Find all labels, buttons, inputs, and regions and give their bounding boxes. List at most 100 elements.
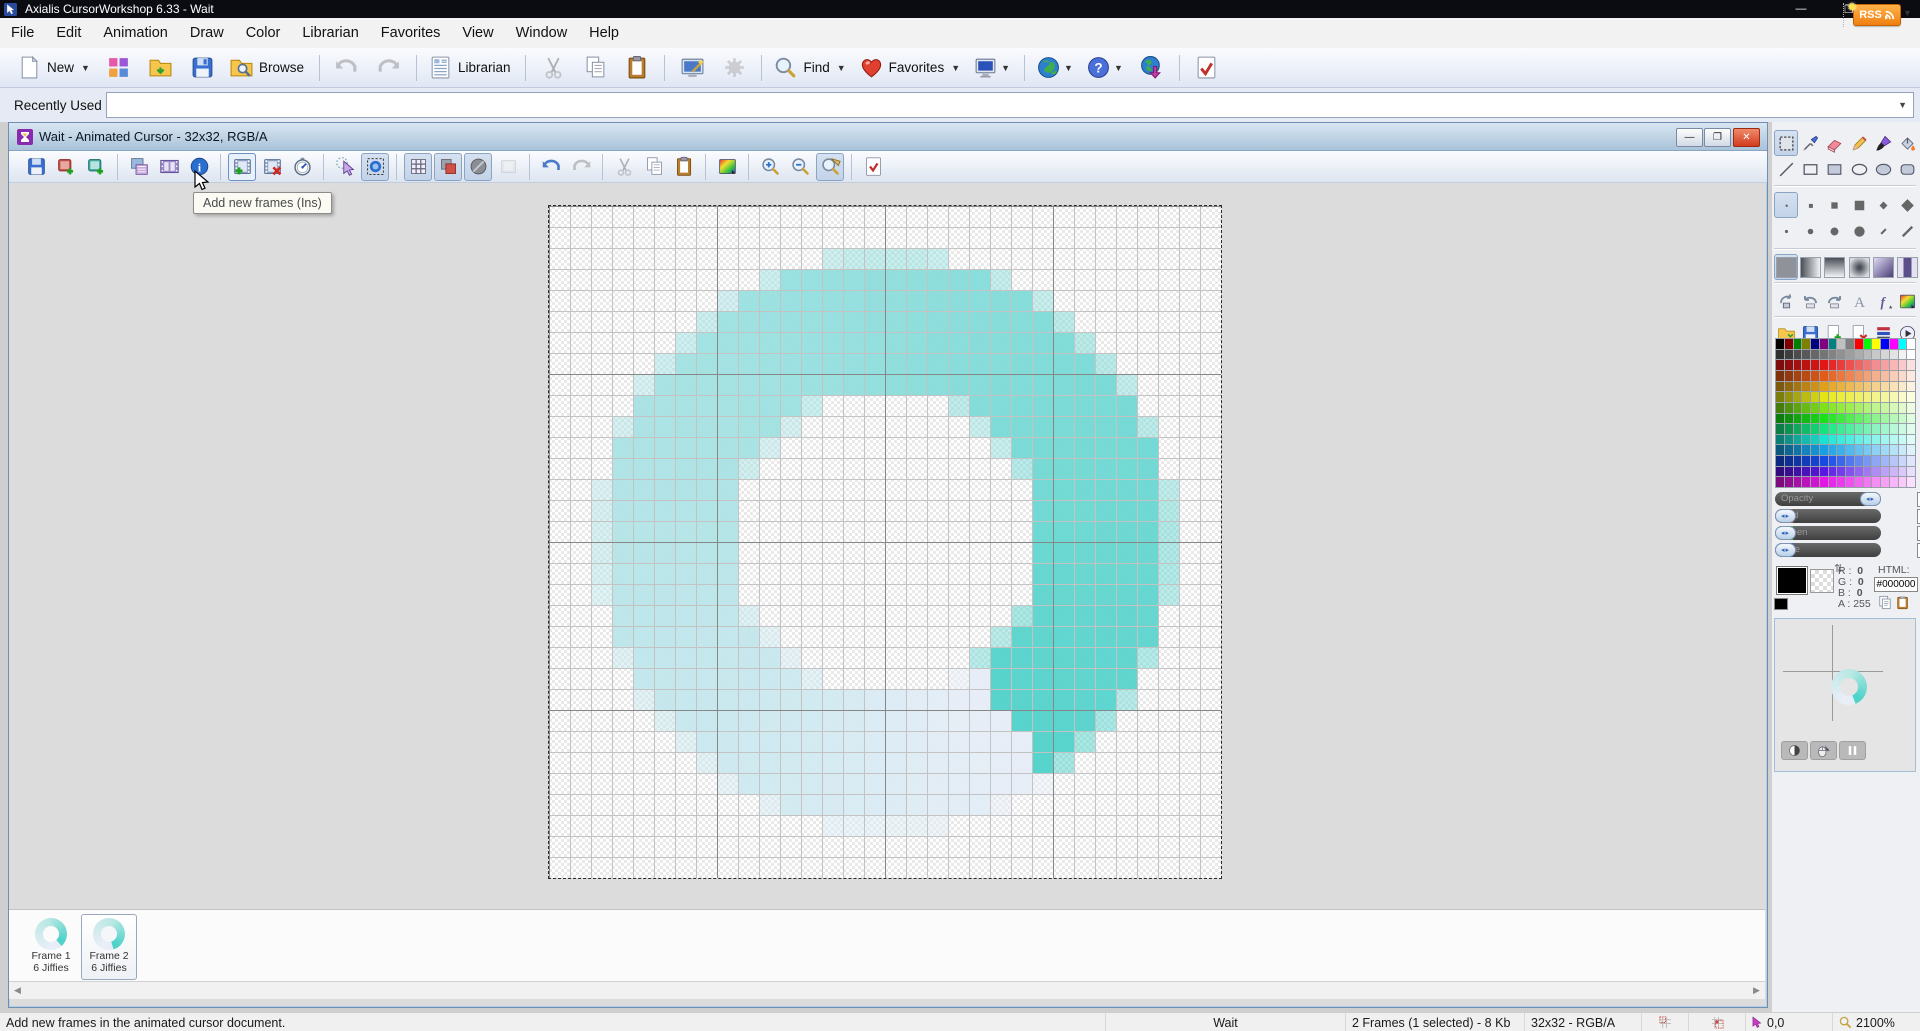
- pixel-cell[interactable]: [1011, 353, 1032, 374]
- rotate-cw-button[interactable]: [1823, 288, 1847, 314]
- palette-color[interactable]: [1899, 403, 1907, 413]
- palette-color[interactable]: [1855, 360, 1863, 370]
- pixel-cell[interactable]: [1032, 479, 1053, 500]
- palette-color[interactable]: [1899, 456, 1907, 466]
- pixel-cell[interactable]: [633, 584, 654, 605]
- pixel-cell[interactable]: [675, 563, 696, 584]
- pixel-cell[interactable]: [1053, 353, 1074, 374]
- hotspot-arrow-button[interactable]: [331, 153, 359, 181]
- selection-target-button[interactable]: [361, 153, 389, 181]
- palette-color[interactable]: [1846, 350, 1854, 360]
- pixel-cell[interactable]: [1011, 437, 1032, 458]
- palette-color[interactable]: [1776, 339, 1784, 349]
- blue-slider[interactable]: Blue◂▸0: [1775, 543, 1917, 558]
- palette-color[interactable]: [1829, 414, 1837, 424]
- pixel-cell[interactable]: [1158, 521, 1179, 542]
- save-floppy-small-button[interactable]: [22, 153, 50, 181]
- grayscale-toggle-button[interactable]: [464, 153, 492, 181]
- pixel-cell[interactable]: [633, 647, 654, 668]
- pixel-cell[interactable]: [990, 689, 1011, 710]
- palette-color[interactable]: [1907, 392, 1915, 402]
- palette-color[interactable]: [1829, 392, 1837, 402]
- pixel-cell[interactable]: [1053, 668, 1074, 689]
- pixel-cell[interactable]: [1074, 668, 1095, 689]
- pixel-cell[interactable]: [948, 689, 969, 710]
- palette-color[interactable]: [1837, 339, 1845, 349]
- pixel-cell[interactable]: [759, 710, 780, 731]
- pixel-cell[interactable]: [990, 374, 1011, 395]
- undo-button[interactable]: [537, 153, 565, 181]
- palette-color[interactable]: [1846, 424, 1854, 434]
- pixel-cell[interactable]: [717, 563, 738, 584]
- pixel-cell[interactable]: [1116, 374, 1137, 395]
- pixel-cell[interactable]: [990, 647, 1011, 668]
- pixel-cell[interactable]: [1116, 605, 1137, 626]
- stopwatch-button[interactable]: [288, 153, 316, 181]
- pixel-cell[interactable]: [738, 332, 759, 353]
- pixel-cell[interactable]: [864, 794, 885, 815]
- pixel-cell[interactable]: [969, 374, 990, 395]
- palette-color[interactable]: [1855, 382, 1863, 392]
- palette-color[interactable]: [1864, 435, 1872, 445]
- palette-color[interactable]: [1907, 382, 1915, 392]
- palette-color[interactable]: [1881, 414, 1889, 424]
- pixel-cell[interactable]: [885, 815, 906, 836]
- pixel-cell[interactable]: [822, 353, 843, 374]
- pixel-cell[interactable]: [1032, 647, 1053, 668]
- rotate-ccw-button[interactable]: [1798, 288, 1822, 314]
- pixel-cell[interactable]: [696, 605, 717, 626]
- pixel-cell[interactable]: [675, 647, 696, 668]
- pixel-cell[interactable]: [1053, 458, 1074, 479]
- film-add-button[interactable]: [228, 153, 256, 181]
- pixel-cell[interactable]: [759, 773, 780, 794]
- opacity-slider[interactable]: Opacity◂▸255: [1775, 492, 1917, 507]
- filmstrip-button[interactable]: [155, 153, 183, 181]
- pixel-cell[interactable]: [717, 584, 738, 605]
- pixel-cell[interactable]: [1011, 710, 1032, 731]
- pixel-cell[interactable]: [1074, 710, 1095, 731]
- pixel-cell[interactable]: [675, 710, 696, 731]
- palette-color[interactable]: [1776, 382, 1784, 392]
- pixel-cell[interactable]: [780, 290, 801, 311]
- pixel-cell[interactable]: [1032, 374, 1053, 395]
- palette-color[interactable]: [1837, 403, 1845, 413]
- pixel-cell[interactable]: [885, 269, 906, 290]
- pixel-cell[interactable]: [738, 773, 759, 794]
- pixel-cell[interactable]: [822, 710, 843, 731]
- palette-color[interactable]: [1776, 435, 1784, 445]
- palette-color[interactable]: [1837, 467, 1845, 477]
- pixel-cell[interactable]: [717, 668, 738, 689]
- pixel-cell[interactable]: [633, 605, 654, 626]
- pixel-cell[interactable]: [759, 668, 780, 689]
- pixel-cell[interactable]: [1074, 416, 1095, 437]
- size-slash-small-button[interactable]: [1871, 218, 1895, 244]
- select-marquee-button[interactable]: [1774, 130, 1798, 156]
- palette-color[interactable]: [1820, 371, 1828, 381]
- palette-color[interactable]: [1785, 445, 1793, 455]
- pixel-cell[interactable]: [990, 290, 1011, 311]
- pixel-cell[interactable]: [822, 689, 843, 710]
- pixel-cell[interactable]: [885, 311, 906, 332]
- palette-color[interactable]: [1785, 360, 1793, 370]
- palette-color[interactable]: [1864, 382, 1872, 392]
- pixel-cell[interactable]: [1011, 731, 1032, 752]
- palette-color[interactable]: [1776, 414, 1784, 424]
- pixel-cell[interactable]: [654, 563, 675, 584]
- palette-color[interactable]: [1820, 435, 1828, 445]
- pixel-cell[interactable]: [780, 794, 801, 815]
- pixel-cell[interactable]: [633, 521, 654, 542]
- pixel-cell[interactable]: [927, 374, 948, 395]
- pixel-cell[interactable]: [717, 437, 738, 458]
- palette-color[interactable]: [1890, 403, 1898, 413]
- palette-color[interactable]: [1899, 424, 1907, 434]
- pixel-cell[interactable]: [801, 752, 822, 773]
- palette-color[interactable]: [1829, 350, 1837, 360]
- palette-color[interactable]: [1820, 424, 1828, 434]
- pixel-cell[interactable]: [822, 269, 843, 290]
- pixel-cell[interactable]: [1095, 479, 1116, 500]
- rss-button[interactable]: RSS: [1853, 4, 1901, 26]
- pixel-cell[interactable]: [948, 353, 969, 374]
- palette-color[interactable]: [1837, 360, 1845, 370]
- pixel-cell[interactable]: [1116, 521, 1137, 542]
- palette-color[interactable]: [1846, 456, 1854, 466]
